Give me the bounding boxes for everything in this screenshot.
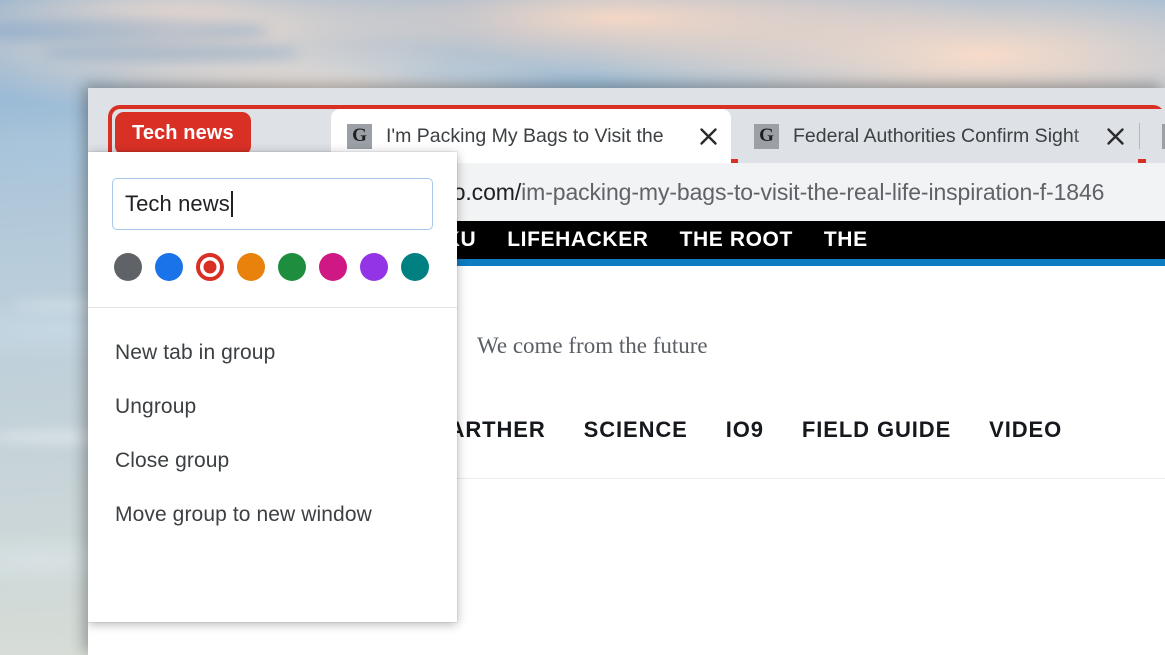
group-menu: New tab in group Ungroup Close group Mov… <box>88 308 457 542</box>
sub-nav-item-science[interactable]: SCIENCE <box>584 417 688 443</box>
group-name-value: Tech news <box>125 191 230 216</box>
address-bar[interactable]: do.com/im-packing-my-bags-to-visit-the-r… <box>440 179 1104 206</box>
text-caret <box>230 191 233 217</box>
color-swatch-pink[interactable] <box>319 253 347 281</box>
tab-3[interactable]: G 'Deep <box>1146 109 1165 163</box>
color-swatch-orange[interactable] <box>237 253 265 281</box>
url-path: im-packing-my-bags-to-visit-the-real-lif… <box>521 179 1105 205</box>
group-name-input[interactable]: Tech news <box>112 178 433 230</box>
sub-nav-item-video[interactable]: VIDEO <box>989 417 1062 443</box>
color-swatch-blue[interactable] <box>155 253 183 281</box>
tab-title: Federal Authorities Confirm Sight <box>793 124 1080 147</box>
menu-item-label: Ungroup <box>115 395 197 418</box>
sub-nav-item-io9[interactable]: IO9 <box>726 417 764 443</box>
tab-group-chip[interactable]: Tech news <box>115 112 251 155</box>
menu-item-move-group-to-new-window[interactable]: Move group to new window <box>88 488 457 542</box>
color-swatch-purple[interactable] <box>360 253 388 281</box>
screen: Tech news G I'm Packing My Bags to Visit… <box>0 0 1165 655</box>
menu-item-label: Close group <box>115 449 230 472</box>
browser-window: Tech news G I'm Packing My Bags to Visit… <box>88 88 1165 655</box>
site-tagline: We come from the future <box>477 333 708 358</box>
site-nav-item-the[interactable]: THE <box>824 228 868 252</box>
color-swatch-grey[interactable] <box>114 253 142 281</box>
tab-title: I'm Packing My Bags to Visit the <box>386 124 664 147</box>
group-color-swatches <box>112 253 433 281</box>
tab-separator <box>1139 123 1140 149</box>
menu-item-label: New tab in group <box>115 341 276 364</box>
google-favicon-icon: G <box>347 123 372 149</box>
site-nav-item-the-root[interactable]: THE ROOT <box>680 228 793 252</box>
color-swatch-cyan[interactable] <box>401 253 429 281</box>
menu-item-ungroup[interactable]: Ungroup <box>88 380 457 434</box>
tab-group-edit-popup: Tech news New tab in group Ungroup Close… <box>88 152 457 622</box>
menu-item-new-tab-in-group[interactable]: New tab in group <box>88 326 457 380</box>
menu-item-label: Move group to new window <box>115 503 372 526</box>
sub-nav-item-field-guide[interactable]: FIELD GUIDE <box>802 417 951 443</box>
close-tab-icon[interactable] <box>691 119 725 153</box>
google-favicon-icon: G <box>754 123 779 149</box>
close-tab-icon[interactable] <box>1098 119 1132 153</box>
color-swatch-red[interactable] <box>196 253 224 281</box>
color-swatch-green[interactable] <box>278 253 306 281</box>
tab-group-chip-label: Tech news <box>132 122 234 144</box>
menu-item-close-group[interactable]: Close group <box>88 434 457 488</box>
popup-top-section: Tech news <box>88 152 457 303</box>
site-sub-nav: EARTHER SCIENCE IO9 FIELD GUIDE VIDEO <box>433 417 1062 443</box>
tab-2[interactable]: G Federal Authorities Confirm Sight <box>738 109 1138 163</box>
site-nav-item-lifehacker[interactable]: LIFEHACKER <box>507 228 648 252</box>
